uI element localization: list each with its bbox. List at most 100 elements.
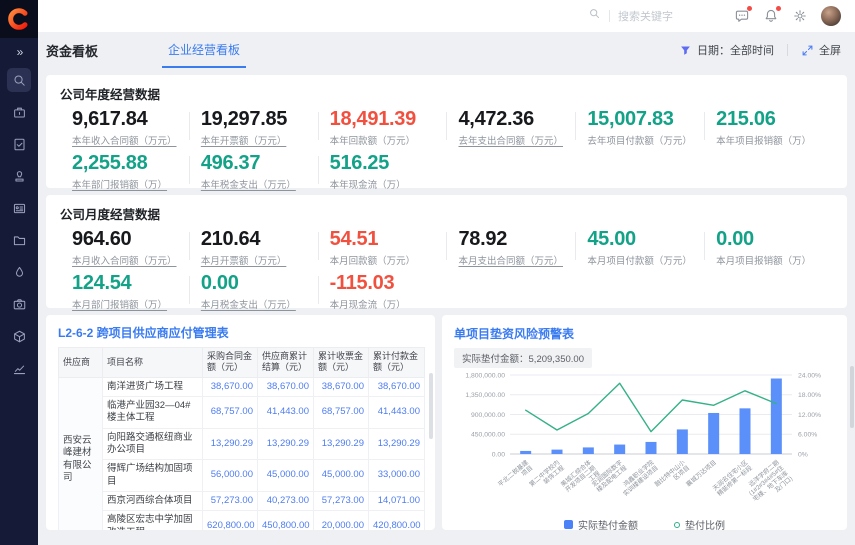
table-row[interactable]: 临港产业园32—04#楼主体工程68,757.0041,443.0068,757… (59, 396, 425, 428)
navbar-icons (734, 6, 841, 26)
stat-label[interactable]: 本年开票额（万元） (201, 133, 318, 147)
sidebar-item-folder[interactable] (7, 228, 31, 252)
collapse-icon[interactable]: » (0, 45, 38, 59)
amount-cell[interactable]: 68,757.00 (314, 396, 369, 428)
stat-label: 本月现金流（万） (330, 297, 447, 311)
sidebar-item-stamp[interactable] (7, 164, 31, 188)
stat-label[interactable]: 本年收入合同额（万元） (72, 133, 189, 147)
amount-cell[interactable]: 38,670.00 (203, 377, 258, 396)
amount-cell[interactable]: 13,290.29 (258, 428, 314, 460)
amount-cell[interactable]: 57,273.00 (314, 491, 369, 510)
amount-cell[interactable]: 13,290.29 (369, 428, 425, 460)
amount-cell[interactable]: 41,443.00 (369, 396, 425, 428)
subheader-divider (787, 44, 788, 56)
search-input[interactable]: 搜索关键字 (588, 7, 690, 25)
amount-cell[interactable]: 41,443.00 (258, 396, 314, 428)
amount-cell[interactable]: 38,670.00 (314, 377, 369, 396)
svg-text:24.00%: 24.00% (798, 372, 821, 379)
amount-cell[interactable]: 13,290.29 (314, 428, 369, 460)
amount-cell[interactable]: 420,800.00 (369, 511, 425, 530)
fullscreen-button[interactable]: 全屏 (801, 42, 841, 58)
sidebar-nav (0, 68, 38, 380)
sidebar-item-camera[interactable] (7, 292, 31, 316)
bar-4[interactable] (646, 442, 657, 454)
stat-label[interactable]: 本月支出合同额（万元） (458, 253, 575, 267)
sidebar-item-water-drop[interactable] (7, 260, 31, 284)
amount-cell[interactable]: 450,800.00 (258, 511, 314, 530)
amount-cell[interactable]: 620,800.00 (203, 511, 258, 530)
sidebar-item-document-check[interactable] (7, 132, 31, 156)
sidebar-item-package[interactable] (7, 324, 31, 348)
stat-value: 496.37 (201, 152, 318, 175)
legend-line-swatch-icon (674, 522, 680, 528)
stat-label[interactable]: 本月收入合同额（万元） (72, 253, 189, 267)
amount-cell[interactable]: 68,757.00 (203, 396, 258, 428)
legend-actual-amount[interactable]: 实际垫付金额 (564, 517, 638, 532)
stat-label[interactable]: 本年部门报销额（万） (72, 177, 189, 191)
amount-cell[interactable]: 20,000.00 (314, 511, 369, 530)
x-axis-label: 第二中学校内装饰工程 (528, 458, 566, 493)
date-filter[interactable]: 日期：全部时间 (679, 42, 774, 58)
amount-cell[interactable]: 14,071.00 (369, 491, 425, 510)
fullscreen-label: 全屏 (819, 42, 841, 58)
table-scrollbar[interactable] (429, 373, 433, 439)
app-logo[interactable] (0, 0, 38, 38)
messages-icon[interactable] (734, 8, 750, 24)
bar-1[interactable] (552, 450, 563, 454)
sidebar-item-search[interactable] (7, 68, 31, 92)
project-cell: 临港产业园32—04#楼主体工程 (103, 396, 203, 428)
stat-label[interactable]: 本月部门报销额（万） (72, 297, 189, 311)
settings-gear-icon[interactable] (792, 8, 808, 24)
chart-legend: 实际垫付金额 垫付比例 (454, 517, 835, 532)
sidebar-item-chart[interactable] (7, 356, 31, 380)
bar-5[interactable] (677, 429, 688, 454)
amount-cell[interactable]: 45,000.00 (258, 460, 314, 492)
table-row[interactable]: 高陵区宏志中学加固改造工程620,800.00450,800.0020,000.… (59, 511, 425, 530)
amount-cell[interactable]: 40,273.00 (258, 491, 314, 510)
amount-cell[interactable]: 38,670.00 (369, 377, 425, 396)
tab-enterprise-dashboard[interactable]: 企业经营看板 (162, 32, 246, 68)
amount-cell[interactable]: 57,273.00 (203, 491, 258, 510)
bar-2[interactable] (583, 447, 594, 454)
sidebar-item-id-card[interactable] (7, 196, 31, 220)
stat-label[interactable]: 本月开票额（万元） (201, 253, 318, 267)
stat-item: 9,617.84 本年收入合同额（万元） (60, 108, 189, 147)
monthly-card-title: 公司月度经营数据 (60, 204, 833, 223)
amount-cell[interactable]: 45,000.00 (314, 460, 369, 492)
table-row[interactable]: 得辉广场结构加固项目56,000.0045,000.0045,000.0033,… (59, 460, 425, 492)
bar-0[interactable] (520, 451, 531, 454)
table-header-row: 供应商项目名称采购合同金额（元）供应商累计结算（元）累计收票金额（元）累计付款金… (59, 348, 425, 378)
svg-text:12.00%: 12.00% (798, 412, 821, 419)
notification-badge (776, 6, 781, 11)
amount-cell[interactable]: 33,000.00 (369, 460, 425, 492)
page-scrollbar[interactable] (850, 366, 854, 428)
supplier-cell: 西安云峰建材有限公司 (59, 377, 103, 530)
user-avatar[interactable] (821, 6, 841, 26)
table-row[interactable]: 西安云峰建材有限公司南洋进贤广场工程38,670.0038,670.0038,6… (59, 377, 425, 396)
bar-8[interactable] (771, 379, 782, 454)
svg-text:6.00%: 6.00% (798, 432, 817, 439)
amount-cell[interactable]: 56,000.00 (203, 460, 258, 492)
amount-cell[interactable]: 13,290.29 (203, 428, 258, 460)
table-column-header: 累计收票金额（元） (314, 348, 369, 378)
stat-label[interactable]: 本月税金支出（万元） (201, 297, 318, 311)
table-row[interactable]: 西京河西综合体项目57,273.0040,273.0057,273.0014,0… (59, 491, 425, 510)
stat-value: 4,472.36 (458, 108, 575, 131)
project-cell: 高陵区宏志中学加固改造工程 (103, 511, 203, 530)
stat-label[interactable]: 去年支出合同额（万元） (458, 133, 575, 147)
bar-3[interactable] (614, 445, 625, 454)
amount-cell[interactable]: 38,670.00 (258, 377, 314, 396)
table-row[interactable]: 向阳路交通枢纽商业办公项目13,290.2913,290.2913,290.29… (59, 428, 425, 460)
monthly-stats-grid: 964.60本月收入合同额（万元）210.64本月开票额（万元）54.51本月回… (60, 228, 833, 311)
stat-label[interactable]: 本年税金支出（万元） (201, 177, 318, 191)
legend-ratio[interactable]: 垫付比例 (674, 517, 725, 532)
bar-6[interactable] (708, 413, 719, 454)
supplier-payable-card: L2-6-2 跨项目供应商应付管理表 供应商项目名称采购合同金额（元）供应商累计… (46, 315, 435, 530)
x-axis-label: 襄城万达项目 (684, 458, 718, 488)
stat-item: 4,472.36 去年支出合同额（万元） (446, 108, 575, 147)
stat-value: 9,617.84 (72, 108, 189, 131)
sidebar-item-building[interactable] (7, 100, 31, 124)
sub-header: 资金看板 企业经营看板 日期：全部时间 全屏 (38, 32, 855, 68)
bar-7[interactable] (740, 408, 751, 454)
notifications-bell-icon[interactable] (763, 8, 779, 24)
